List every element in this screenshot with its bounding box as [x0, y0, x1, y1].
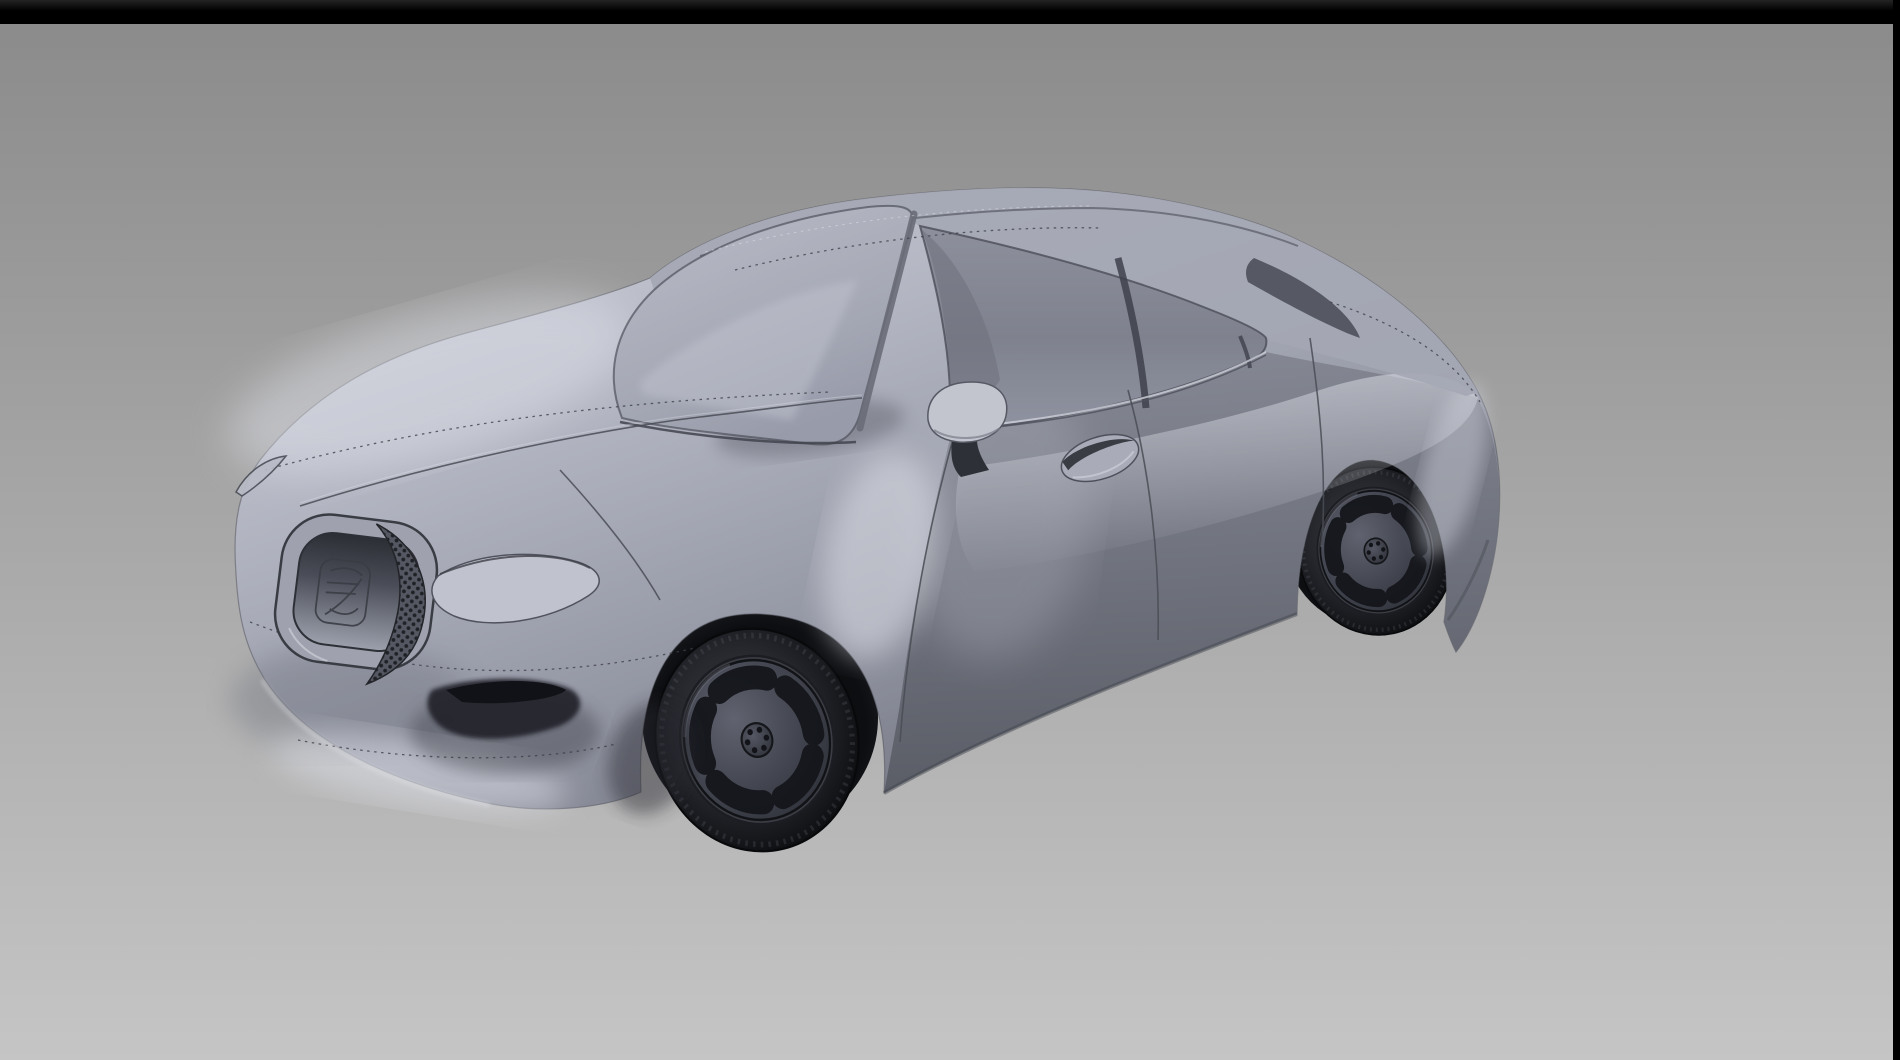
top-bar	[0, 0, 1900, 24]
right-bar	[1893, 0, 1900, 1060]
cad-render	[0, 0, 1900, 1060]
render-viewport	[0, 0, 1900, 1060]
